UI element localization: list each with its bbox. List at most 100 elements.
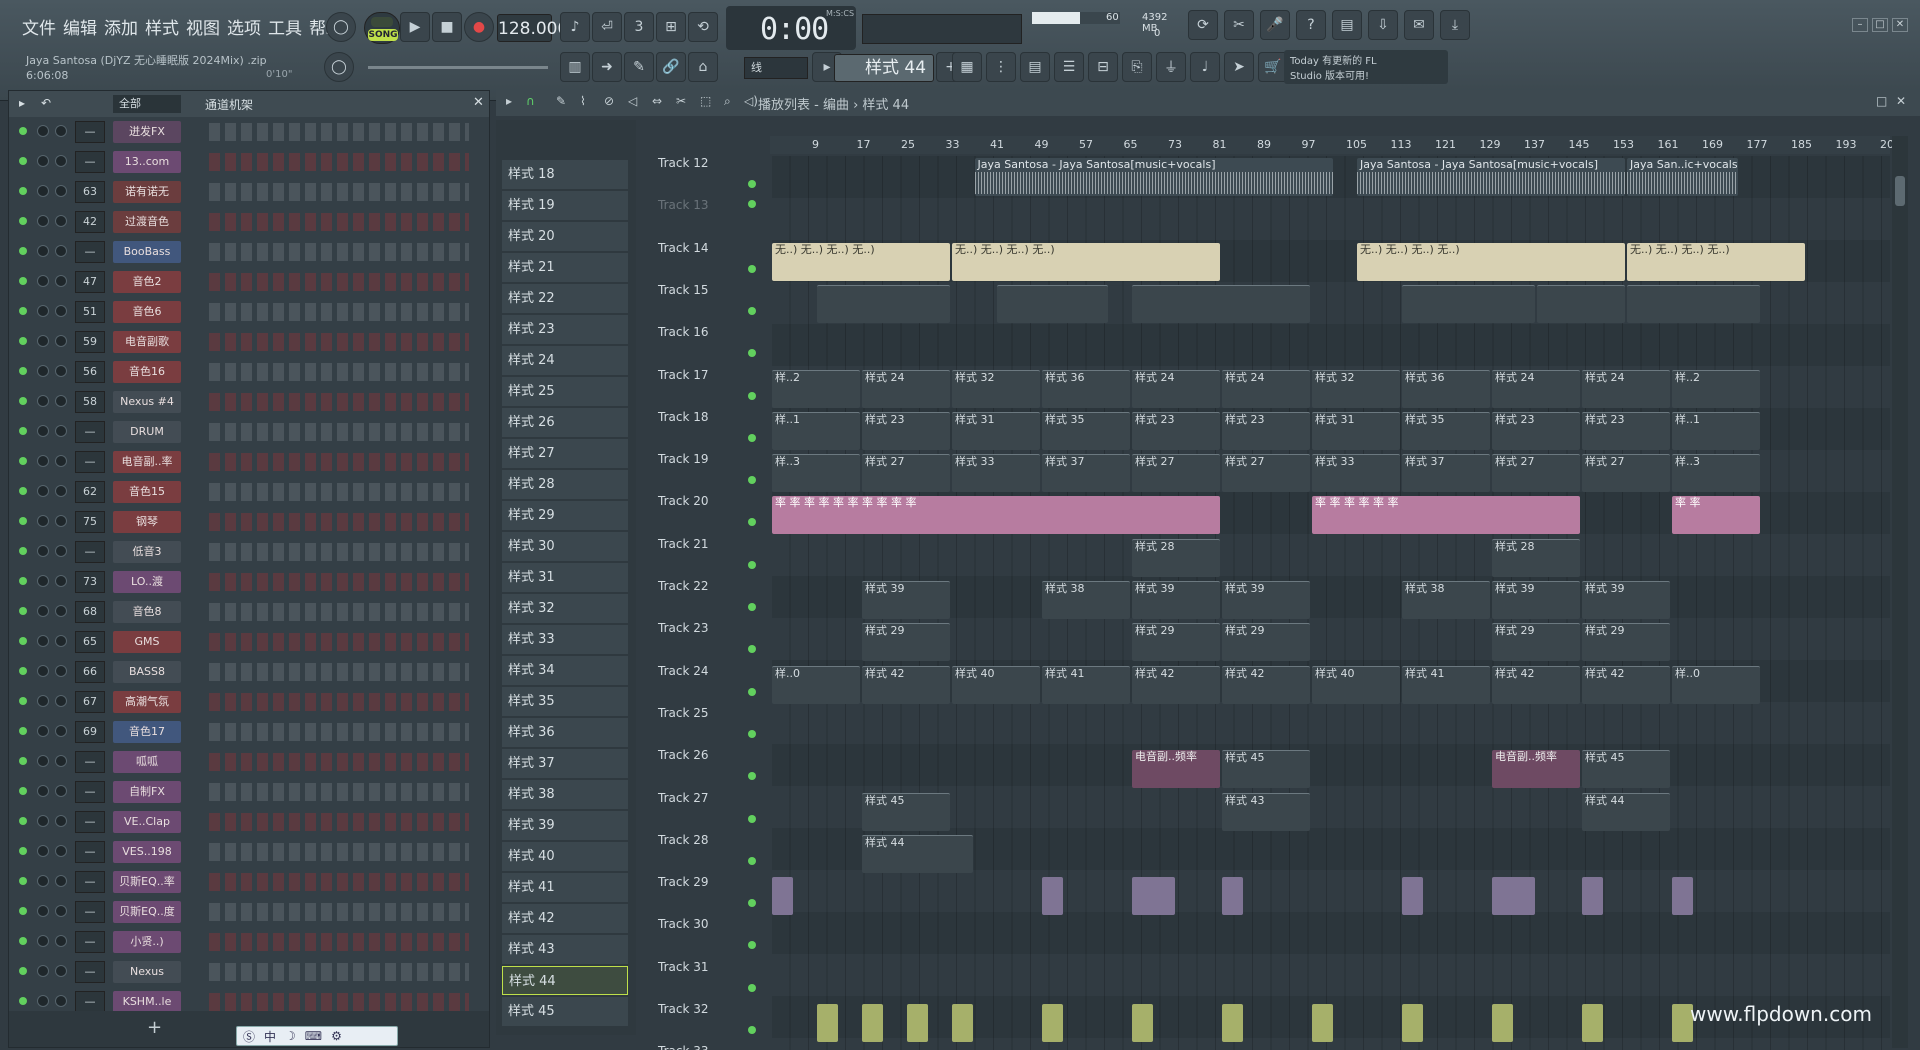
track-header[interactable]: Track 21 [658, 537, 756, 579]
channel-pan-knob[interactable] [55, 245, 67, 257]
channel-volume-knob[interactable] [37, 485, 49, 497]
playlist-clip[interactable] [817, 284, 950, 323]
draw-icon[interactable]: ✎ [624, 52, 654, 82]
stop-button[interactable]: ■ [432, 12, 462, 42]
channel-mixer-track[interactable]: 51 [75, 301, 105, 323]
step-sequencer[interactable] [209, 573, 469, 591]
download-icon[interactable]: ⤓ [1440, 10, 1470, 40]
track-mute-led[interactable] [748, 1026, 756, 1034]
channel-name-button[interactable]: KSHM..le [113, 991, 181, 1013]
playlist-clip[interactable]: 样式 28 [1132, 538, 1220, 577]
step-sequencer[interactable] [209, 123, 469, 141]
channel-name-button[interactable]: BooBass [113, 241, 181, 263]
channel-mute-led[interactable] [19, 547, 27, 555]
channel-mixer-track[interactable]: 59 [75, 331, 105, 353]
channel-row[interactable]: — DRUM [9, 417, 489, 447]
brush-icon[interactable]: ⌇ [580, 94, 586, 108]
channel-mixer-track[interactable]: 66 [75, 661, 105, 683]
channel-pan-knob[interactable] [55, 965, 67, 977]
playlist-clip[interactable] [1402, 877, 1423, 916]
channel-mute-led[interactable] [19, 817, 27, 825]
playlist-clip[interactable]: Jaya Santosa - Jaya Santosa[music+vocals… [974, 158, 1333, 196]
channel-mixer-track[interactable]: 47 [75, 271, 105, 293]
step-sequencer[interactable] [209, 693, 469, 711]
playlist-clip[interactable]: 样..3 [772, 454, 860, 493]
scrollbar-thumb[interactable] [1895, 176, 1905, 206]
track-mute-led[interactable] [748, 349, 756, 358]
channel-mixer-track[interactable]: 65 [75, 631, 105, 653]
channel-row[interactable]: 68 音色8 [9, 597, 489, 627]
pattern-list-item[interactable]: 样式 24 [502, 346, 628, 375]
channel-row[interactable]: 63 诺有诺无 [9, 177, 489, 207]
channel-pan-knob[interactable] [55, 755, 67, 767]
channel-name-button[interactable]: 诺有诺无 [113, 181, 181, 203]
playlist-clip[interactable]: 样式 23 [1132, 411, 1220, 450]
channel-name-button[interactable]: 电音副歌 [113, 331, 181, 353]
channel-name-button[interactable]: 迸发FX [113, 121, 181, 143]
playlist-clip[interactable] [1042, 877, 1063, 916]
step-sequencer[interactable] [209, 363, 469, 381]
channel-volume-knob[interactable] [37, 965, 49, 977]
channel-row[interactable]: 75 钢琴 [9, 507, 489, 537]
zoom-icon[interactable]: ⌕ [724, 94, 731, 109]
timeline-ruler[interactable]: 9 17 25 33 41 49 57 65 73 81 89 97 105 113 121 129 137 14… [770, 136, 1901, 154]
channel-row[interactable]: — VES..198 [9, 837, 489, 867]
channel-mixer-track[interactable]: — [75, 541, 105, 563]
channel-mute-led[interactable] [19, 427, 27, 435]
playlist-clip[interactable]: 样式 27 [1582, 454, 1670, 493]
playlist-clip[interactable] [1582, 877, 1603, 916]
playlist-clip[interactable]: 样式 38 [1402, 581, 1490, 619]
pattern-list-item[interactable]: 样式 39 [502, 811, 628, 840]
pattern-list-item[interactable]: 样式 31 [502, 563, 628, 592]
playlist-clip[interactable]: 样式 29 [1492, 623, 1580, 662]
channel-rack-close-icon[interactable]: ✕ [473, 95, 484, 110]
pattern-list-item[interactable]: 样式 32 [502, 594, 628, 623]
track-mute-led[interactable] [748, 180, 756, 188]
channel-row[interactable]: — Nexus [9, 957, 489, 987]
channel-row[interactable]: — 贝斯EQ..度 [9, 897, 489, 927]
channel-mute-led[interactable] [19, 697, 27, 705]
channel-name-button[interactable]: VES..198 [113, 841, 181, 863]
pattern-list-item[interactable]: 样式 30 [502, 532, 628, 561]
channel-pan-knob[interactable] [55, 185, 67, 197]
channel-mixer-track[interactable]: — [75, 121, 105, 143]
step-sequencer[interactable] [209, 603, 469, 621]
playlist-clip[interactable] [817, 1004, 838, 1042]
playlist-clip[interactable] [1627, 284, 1760, 323]
news-panel[interactable]: Today 有更新的 FL Studio 版本可用! [1284, 50, 1448, 84]
playlist-clip[interactable]: 样式 37 [1042, 454, 1130, 493]
channel-name-button[interactable]: 贝斯EQ..度 [113, 901, 181, 923]
playlist-clip[interactable] [1042, 1004, 1063, 1042]
add-channel-icon[interactable]: + [147, 1017, 162, 1038]
playlist-clip[interactable]: 无..) 无..) 无..) 无..) [1357, 242, 1625, 281]
channel-name-button[interactable]: 音色6 [113, 301, 181, 323]
channel-name-button[interactable]: 高潮气氛 [113, 691, 181, 713]
pattern-list-item[interactable]: 样式 20 [502, 222, 628, 251]
channel-volume-knob[interactable] [37, 695, 49, 707]
channel-volume-knob[interactable] [37, 665, 49, 677]
channel-pan-knob[interactable] [55, 605, 67, 617]
playlist-clip[interactable]: 样式 42 [1222, 665, 1310, 704]
playlist-menu-icon[interactable]: ▸ [506, 94, 512, 108]
channel-row[interactable]: — 电音副..率 [9, 447, 489, 477]
channel-mute-led[interactable] [19, 487, 27, 495]
channel-mute-led[interactable] [19, 337, 27, 345]
channel-name-button[interactable]: 小贤..) [113, 931, 181, 953]
step-sequencer[interactable] [209, 933, 469, 951]
playlist-clip[interactable] [1132, 877, 1175, 916]
channel-row[interactable]: — 呱呱 [9, 747, 489, 777]
playlist-clip[interactable]: 样式 31 [952, 411, 1040, 450]
menu-tools[interactable]: 工具 [268, 14, 302, 39]
track-mute-led[interactable] [748, 772, 756, 781]
channel-mute-led[interactable] [19, 757, 27, 765]
playlist-clip[interactable]: 样式 23 [862, 411, 950, 450]
playlist-icon[interactable]: ▥ [560, 52, 590, 82]
channel-mute-led[interactable] [19, 787, 27, 795]
track-header[interactable]: Track 17 [658, 368, 756, 410]
browser-icon[interactable]: ⊟ [1088, 52, 1118, 82]
channel-volume-knob[interactable] [37, 365, 49, 377]
track-header[interactable]: Track 33 [658, 1044, 754, 1050]
track-mute-led[interactable] [748, 899, 756, 908]
pattern-list-item[interactable]: 样式 34 [502, 656, 628, 685]
channel-filter-select[interactable]: 全部 [113, 95, 181, 113]
